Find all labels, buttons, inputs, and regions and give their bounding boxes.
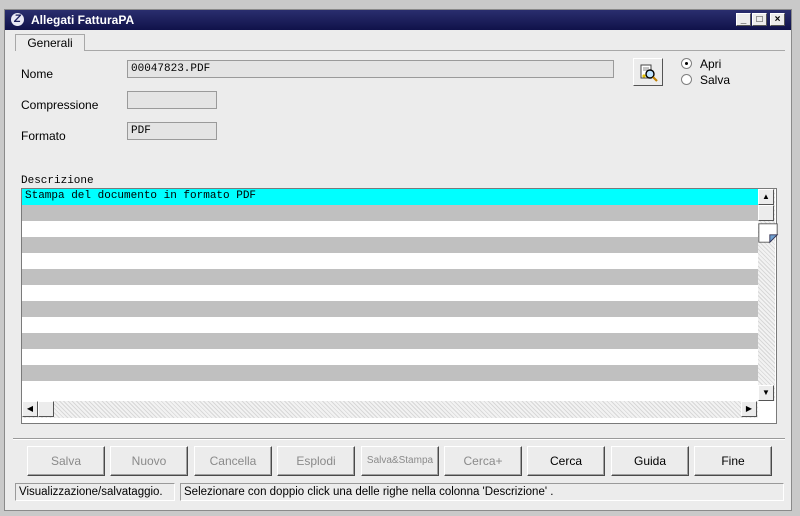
nome-field[interactable]: 00047823.PDF xyxy=(127,60,614,78)
radio-apri-label: Apri xyxy=(700,57,722,71)
horizontal-scrollbar[interactable]: ◀ ▶ xyxy=(22,401,758,418)
scroll-up-icon[interactable]: ▲ xyxy=(758,189,774,205)
descrizione-grid[interactable]: Stampa del documento in formato PDF ▲ ▼ … xyxy=(21,188,777,424)
window-title: Allegati FatturaPA xyxy=(31,13,135,27)
table-row[interactable] xyxy=(22,269,758,285)
table-row[interactable] xyxy=(22,381,758,397)
app-logo-icon: Z xyxy=(11,13,24,26)
scroll-down-icon[interactable]: ▼ xyxy=(758,385,774,401)
status-right: Selezionare con doppio click una delle r… xyxy=(180,483,784,501)
formato-label: Formato xyxy=(21,129,66,143)
compressione-field[interactable] xyxy=(127,91,217,109)
table-row[interactable] xyxy=(22,365,758,381)
vertical-scrollbar[interactable]: ▲ ▼ xyxy=(758,189,775,401)
table-row[interactable] xyxy=(22,205,758,221)
page-fold-icon xyxy=(758,223,779,244)
salva-button[interactable]: Salva xyxy=(27,446,105,476)
formato-field[interactable]: PDF xyxy=(127,122,217,140)
table-row[interactable] xyxy=(22,349,758,365)
cancella-button[interactable]: Cancella xyxy=(194,446,272,476)
main-window: Z Allegati FatturaPA _ □ × Generali Nome… xyxy=(4,9,792,511)
close-icon[interactable]: × xyxy=(770,13,785,26)
descrizione-header: Descrizione xyxy=(21,175,94,187)
table-row[interactable] xyxy=(22,333,758,349)
vertical-scroll-thumb[interactable] xyxy=(758,205,774,221)
table-row[interactable] xyxy=(22,317,758,333)
maximize-icon[interactable]: □ xyxy=(752,13,767,26)
table-row[interactable]: Stampa del documento in formato PDF xyxy=(22,189,758,205)
open-file-button[interactable] xyxy=(633,58,663,86)
minimize-icon[interactable]: _ xyxy=(736,13,751,26)
guida-button[interactable]: Guida xyxy=(611,446,689,476)
title-bar[interactable]: Z Allegati FatturaPA _ □ × xyxy=(5,10,791,30)
button-separator xyxy=(13,438,785,440)
fine-button[interactable]: Fine xyxy=(694,446,772,476)
cerca-plus-button[interactable]: Cerca+ xyxy=(444,446,522,476)
scroll-left-icon[interactable]: ◀ xyxy=(22,401,38,417)
horizontal-scroll-thumb[interactable] xyxy=(38,401,54,417)
compressione-label: Compressione xyxy=(21,98,99,112)
search-document-icon xyxy=(640,64,658,82)
scroll-right-icon[interactable]: ▶ xyxy=(741,401,757,417)
table-row[interactable] xyxy=(22,301,758,317)
table-row[interactable] xyxy=(22,221,758,237)
nuovo-button[interactable]: Nuovo xyxy=(110,446,188,476)
radio-salva-label: Salva xyxy=(700,73,731,87)
esplodi-button[interactable]: Esplodi xyxy=(277,446,355,476)
radio-apri-button[interactable] xyxy=(681,58,692,69)
salva-stampa-button[interactable]: Salva&Stampa xyxy=(361,446,439,476)
status-left: Visualizzazione/salvataggio. xyxy=(15,483,175,501)
tab-divider xyxy=(85,50,785,51)
radio-salva-button[interactable] xyxy=(681,74,692,85)
table-row[interactable] xyxy=(22,285,758,301)
nome-label: Nome xyxy=(21,67,54,81)
table-row[interactable] xyxy=(22,237,758,253)
tab-generali[interactable]: Generali xyxy=(15,34,85,51)
cerca-button[interactable]: Cerca xyxy=(527,446,605,476)
table-row[interactable] xyxy=(22,253,758,269)
